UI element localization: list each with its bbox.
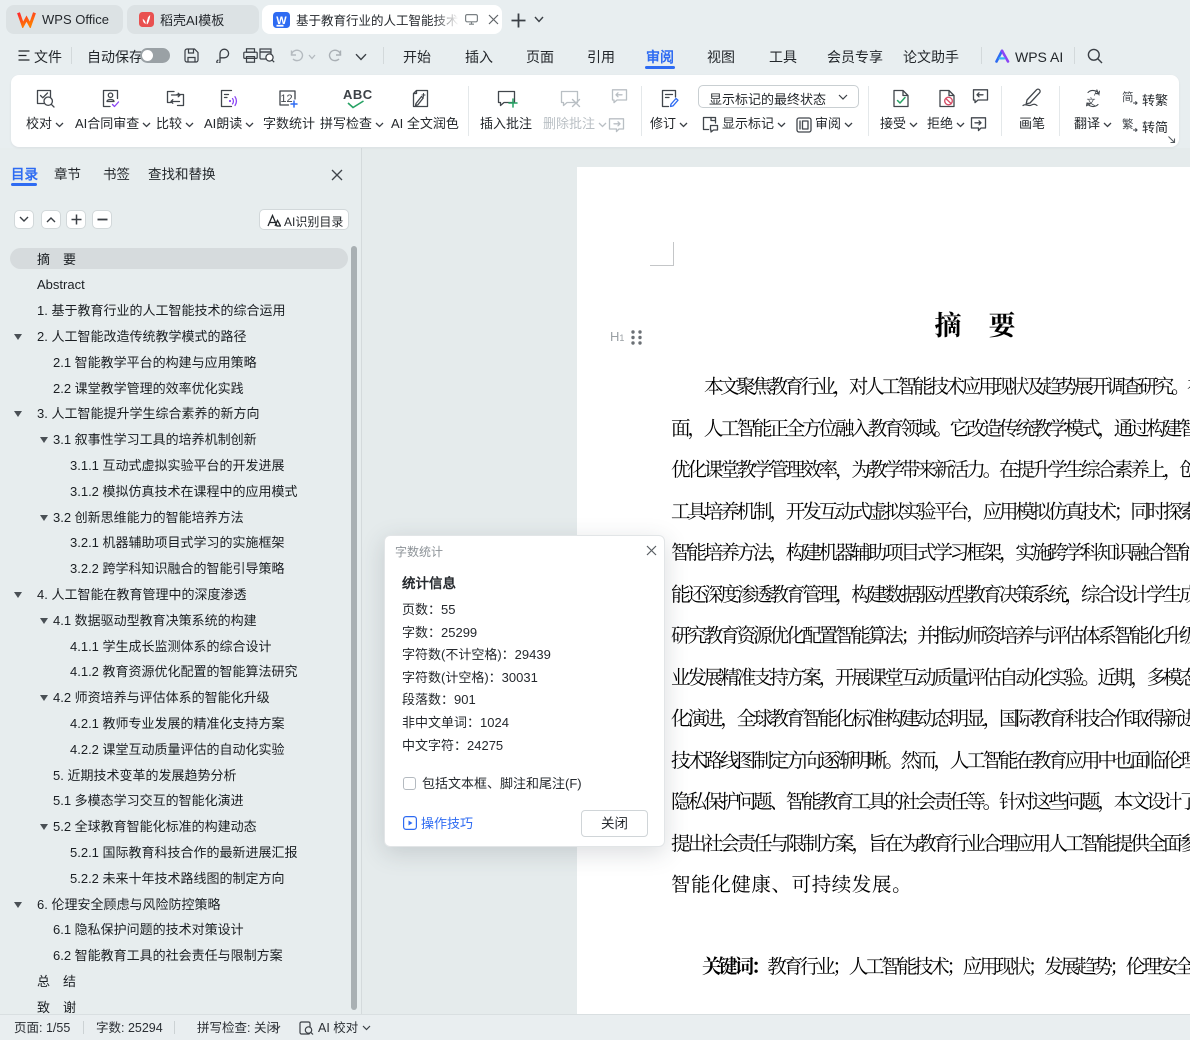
- svg-text:繁: 繁: [1122, 117, 1134, 131]
- svg-text:简: 简: [1122, 90, 1134, 104]
- svg-text:12: 12: [280, 93, 292, 105]
- svg-text:文: 文: [1087, 96, 1096, 107]
